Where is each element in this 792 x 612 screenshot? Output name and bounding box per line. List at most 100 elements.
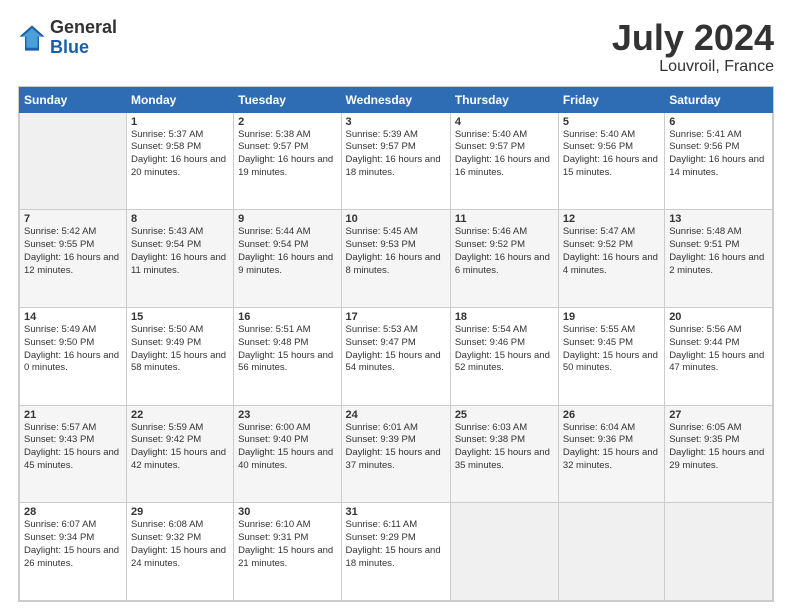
day-number: 13 [669, 213, 768, 225]
calendar-cell: 23Sunrise: 6:00 AM Sunset: 9:40 PM Dayli… [234, 405, 341, 503]
day-info: Sunrise: 6:01 AM Sunset: 9:39 PM Dayligh… [346, 422, 446, 473]
calendar-cell: 19Sunrise: 5:55 AM Sunset: 9:45 PM Dayli… [558, 307, 664, 405]
day-number: 30 [238, 506, 336, 518]
day-info: Sunrise: 6:10 AM Sunset: 9:31 PM Dayligh… [238, 519, 336, 570]
day-info: Sunrise: 5:59 AM Sunset: 9:42 PM Dayligh… [131, 422, 229, 473]
calendar-cell: 4Sunrise: 5:40 AM Sunset: 9:57 PM Daylig… [450, 112, 558, 210]
day-info: Sunrise: 5:51 AM Sunset: 9:48 PM Dayligh… [238, 324, 336, 375]
day-number: 20 [669, 311, 768, 323]
day-number: 27 [669, 409, 768, 421]
day-number: 8 [131, 213, 229, 225]
day-number: 5 [563, 116, 660, 128]
calendar-cell: 15Sunrise: 5:50 AM Sunset: 9:49 PM Dayli… [126, 307, 233, 405]
header-row: Sunday Monday Tuesday Wednesday Thursday… [20, 87, 773, 112]
day-number: 12 [563, 213, 660, 225]
calendar-cell: 17Sunrise: 5:53 AM Sunset: 9:47 PM Dayli… [341, 307, 450, 405]
calendar-cell: 18Sunrise: 5:54 AM Sunset: 9:46 PM Dayli… [450, 307, 558, 405]
calendar-cell: 29Sunrise: 6:08 AM Sunset: 9:32 PM Dayli… [126, 503, 233, 601]
day-info: Sunrise: 5:47 AM Sunset: 9:52 PM Dayligh… [563, 226, 660, 277]
day-number: 15 [131, 311, 229, 323]
day-info: Sunrise: 5:48 AM Sunset: 9:51 PM Dayligh… [669, 226, 768, 277]
calendar-cell [20, 112, 127, 210]
day-number: 21 [24, 409, 122, 421]
day-info: Sunrise: 5:37 AM Sunset: 9:58 PM Dayligh… [131, 129, 229, 180]
logo-text: General Blue [50, 18, 117, 58]
day-number: 24 [346, 409, 446, 421]
day-info: Sunrise: 5:38 AM Sunset: 9:57 PM Dayligh… [238, 129, 336, 180]
day-number: 31 [346, 506, 446, 518]
logo-icon [18, 24, 46, 52]
day-info: Sunrise: 6:00 AM Sunset: 9:40 PM Dayligh… [238, 422, 336, 473]
day-number: 17 [346, 311, 446, 323]
calendar-cell: 21Sunrise: 5:57 AM Sunset: 9:43 PM Dayli… [20, 405, 127, 503]
calendar-cell: 2Sunrise: 5:38 AM Sunset: 9:57 PM Daylig… [234, 112, 341, 210]
day-info: Sunrise: 5:46 AM Sunset: 9:52 PM Dayligh… [455, 226, 554, 277]
day-info: Sunrise: 5:45 AM Sunset: 9:53 PM Dayligh… [346, 226, 446, 277]
calendar-cell: 27Sunrise: 6:05 AM Sunset: 9:35 PM Dayli… [665, 405, 773, 503]
col-monday: Monday [126, 87, 233, 112]
day-number: 4 [455, 116, 554, 128]
day-info: Sunrise: 5:56 AM Sunset: 9:44 PM Dayligh… [669, 324, 768, 375]
calendar-cell: 3Sunrise: 5:39 AM Sunset: 9:57 PM Daylig… [341, 112, 450, 210]
col-wednesday: Wednesday [341, 87, 450, 112]
header: General Blue July 2024 Louvroil, France [18, 18, 774, 76]
day-info: Sunrise: 5:44 AM Sunset: 9:54 PM Dayligh… [238, 226, 336, 277]
calendar-cell: 26Sunrise: 6:04 AM Sunset: 9:36 PM Dayli… [558, 405, 664, 503]
day-info: Sunrise: 5:57 AM Sunset: 9:43 PM Dayligh… [24, 422, 122, 473]
calendar-cell: 14Sunrise: 5:49 AM Sunset: 9:50 PM Dayli… [20, 307, 127, 405]
day-info: Sunrise: 6:04 AM Sunset: 9:36 PM Dayligh… [563, 422, 660, 473]
calendar-cell: 6Sunrise: 5:41 AM Sunset: 9:56 PM Daylig… [665, 112, 773, 210]
day-number: 25 [455, 409, 554, 421]
day-number: 9 [238, 213, 336, 225]
day-number: 28 [24, 506, 122, 518]
calendar: Sunday Monday Tuesday Wednesday Thursday… [18, 86, 774, 602]
calendar-week-0: 1Sunrise: 5:37 AM Sunset: 9:58 PM Daylig… [20, 112, 773, 210]
col-saturday: Saturday [665, 87, 773, 112]
day-number: 1 [131, 116, 229, 128]
col-tuesday: Tuesday [234, 87, 341, 112]
calendar-cell [450, 503, 558, 601]
calendar-cell: 13Sunrise: 5:48 AM Sunset: 9:51 PM Dayli… [665, 210, 773, 308]
day-info: Sunrise: 6:03 AM Sunset: 9:38 PM Dayligh… [455, 422, 554, 473]
calendar-cell: 5Sunrise: 5:40 AM Sunset: 9:56 PM Daylig… [558, 112, 664, 210]
day-info: Sunrise: 5:40 AM Sunset: 9:56 PM Dayligh… [563, 129, 660, 180]
day-number: 18 [455, 311, 554, 323]
calendar-cell: 11Sunrise: 5:46 AM Sunset: 9:52 PM Dayli… [450, 210, 558, 308]
day-info: Sunrise: 5:39 AM Sunset: 9:57 PM Dayligh… [346, 129, 446, 180]
calendar-cell: 16Sunrise: 5:51 AM Sunset: 9:48 PM Dayli… [234, 307, 341, 405]
day-info: Sunrise: 5:49 AM Sunset: 9:50 PM Dayligh… [24, 324, 122, 375]
day-number: 14 [24, 311, 122, 323]
calendar-cell: 31Sunrise: 6:11 AM Sunset: 9:29 PM Dayli… [341, 503, 450, 601]
calendar-cell: 7Sunrise: 5:42 AM Sunset: 9:55 PM Daylig… [20, 210, 127, 308]
day-info: Sunrise: 5:42 AM Sunset: 9:55 PM Dayligh… [24, 226, 122, 277]
title-location: Louvroil, France [612, 58, 774, 76]
title-month: July 2024 [612, 18, 774, 58]
col-thursday: Thursday [450, 87, 558, 112]
day-info: Sunrise: 5:41 AM Sunset: 9:56 PM Dayligh… [669, 129, 768, 180]
col-sunday: Sunday [20, 87, 127, 112]
day-number: 26 [563, 409, 660, 421]
day-number: 2 [238, 116, 336, 128]
calendar-cell: 24Sunrise: 6:01 AM Sunset: 9:39 PM Dayli… [341, 405, 450, 503]
calendar-cell [558, 503, 664, 601]
calendar-week-4: 28Sunrise: 6:07 AM Sunset: 9:34 PM Dayli… [20, 503, 773, 601]
calendar-week-3: 21Sunrise: 5:57 AM Sunset: 9:43 PM Dayli… [20, 405, 773, 503]
logo: General Blue [18, 18, 117, 58]
calendar-cell: 1Sunrise: 5:37 AM Sunset: 9:58 PM Daylig… [126, 112, 233, 210]
day-info: Sunrise: 5:50 AM Sunset: 9:49 PM Dayligh… [131, 324, 229, 375]
day-info: Sunrise: 5:54 AM Sunset: 9:46 PM Dayligh… [455, 324, 554, 375]
calendar-cell: 9Sunrise: 5:44 AM Sunset: 9:54 PM Daylig… [234, 210, 341, 308]
day-info: Sunrise: 6:05 AM Sunset: 9:35 PM Dayligh… [669, 422, 768, 473]
calendar-cell: 12Sunrise: 5:47 AM Sunset: 9:52 PM Dayli… [558, 210, 664, 308]
calendar-table: Sunday Monday Tuesday Wednesday Thursday… [19, 87, 773, 601]
page: General Blue July 2024 Louvroil, France … [0, 0, 792, 612]
calendar-cell: 8Sunrise: 5:43 AM Sunset: 9:54 PM Daylig… [126, 210, 233, 308]
calendar-cell: 30Sunrise: 6:10 AM Sunset: 9:31 PM Dayli… [234, 503, 341, 601]
day-number: 3 [346, 116, 446, 128]
calendar-cell [665, 503, 773, 601]
calendar-header: Sunday Monday Tuesday Wednesday Thursday… [20, 87, 773, 112]
calendar-week-2: 14Sunrise: 5:49 AM Sunset: 9:50 PM Dayli… [20, 307, 773, 405]
day-number: 7 [24, 213, 122, 225]
calendar-week-1: 7Sunrise: 5:42 AM Sunset: 9:55 PM Daylig… [20, 210, 773, 308]
calendar-body: 1Sunrise: 5:37 AM Sunset: 9:58 PM Daylig… [20, 112, 773, 600]
